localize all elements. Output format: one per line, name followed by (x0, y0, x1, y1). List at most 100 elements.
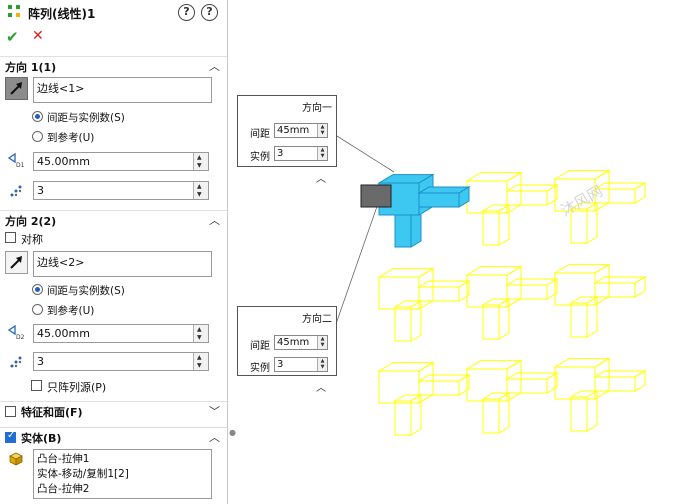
instance-hub (553, 263, 611, 306)
spacing-value: 45.00mm (37, 155, 90, 168)
radio-selected[interactable] (32, 284, 43, 295)
arrow-direction-icon (10, 82, 22, 95)
direction1-callout[interactable]: 方向一 间距 45mm ▲ ▼ 实例 3 ▲ ▼ (237, 95, 337, 167)
instance-hub (377, 361, 435, 404)
instances-icon (10, 185, 22, 197)
radio-label: 间距与实例数(S) (47, 285, 125, 297)
direction1-header[interactable]: 方向 1(1) ︿ (0, 56, 227, 74)
spacing-d2-icon: D2 (7, 324, 25, 341)
count-value: 3 (37, 355, 44, 368)
selected-edge-face[interactable] (360, 184, 392, 208)
features-faces-title: 特征和面(F) (21, 406, 83, 419)
title-bar: 阵列(线性)1 ? ? (0, 0, 227, 26)
callout-spacing-label: 间距 (250, 341, 270, 352)
radio-label: 间距与实例数(S) (47, 112, 125, 124)
help-icon-2[interactable]: ? (201, 4, 218, 21)
instances-icon (10, 356, 22, 368)
bodies-checkbox[interactable] (5, 430, 16, 443)
callout-spinner[interactable]: ▲ ▼ (317, 358, 327, 371)
page-title: 阵列(线性)1 (28, 7, 96, 21)
symmetric-checkbox[interactable] (5, 232, 16, 243)
direction1-count-input[interactable]: 3 ▲ ▼ (33, 181, 209, 200)
count-spinner[interactable]: ▲ ▼ (193, 182, 208, 199)
reverse-direction2-button[interactable] (5, 251, 28, 274)
instance-post (481, 298, 511, 340)
instance-hub (465, 171, 523, 214)
seed-only-checkbox[interactable] (31, 380, 42, 391)
list-item[interactable]: 凸台-拉伸1 (37, 452, 208, 467)
instance-arm (505, 184, 559, 206)
checkbox-label: 只阵列源(P) (47, 381, 107, 394)
bodies-title: 实体(B) (21, 432, 62, 445)
instance-hub (377, 267, 435, 310)
reverse-direction1-button[interactable] (5, 77, 28, 100)
count-spinner[interactable]: ▲ ▼ (193, 353, 208, 370)
direction2-edge-field[interactable]: 边线<2> (33, 251, 212, 277)
direction2-spacing-input[interactable]: 45.00mm ▲ ▼ (33, 324, 209, 343)
seed-feature[interactable] (360, 173, 471, 248)
instance-arm (505, 278, 559, 300)
count-value: 3 (37, 184, 44, 197)
features-faces-header[interactable]: 特征和面(F) ﹀ (0, 401, 227, 419)
direction2-title: 方向 2(2) (5, 215, 57, 228)
instance-hub (465, 265, 523, 308)
callout-spacing-label: 间距 (250, 129, 270, 140)
spacing-d1-icon: D1 (7, 152, 25, 169)
callout-spacing-value: 45mm (277, 125, 310, 136)
callout-count-input[interactable]: 3 ▲ ▼ (274, 357, 328, 372)
callout-spinner[interactable]: ▲ ▼ (317, 147, 327, 160)
instance-arm (593, 370, 647, 392)
pattern-preview[interactable] (229, 0, 700, 504)
radio-unselected[interactable] (32, 131, 43, 142)
ok-button[interactable]: ✔ (6, 28, 19, 46)
collapse-icon[interactable]: ︿ (209, 212, 220, 228)
bodies-list[interactable]: 凸台-拉伸1 实体-移动/复制1[2] 凸台-拉伸2 (33, 449, 212, 499)
leader-line (328, 130, 395, 173)
solid-body-icon (9, 452, 23, 466)
instance-post (481, 204, 511, 246)
instance-post (393, 394, 423, 436)
direction2-edge-value: 边线<2> (37, 256, 85, 269)
callout-count-input[interactable]: 3 ▲ ▼ (274, 146, 328, 161)
callout1-collapse-icon[interactable]: ︿ (316, 170, 326, 185)
property-manager: 阵列(线性)1 ? ? ✔ ✕ 方向 1(1) ︿ 边线<1> 间距与实例数(S… (0, 0, 228, 504)
callout-count-value: 3 (277, 148, 284, 159)
direction2-header[interactable]: 方向 2(2) ︿ (0, 210, 227, 228)
instance-post (393, 300, 423, 342)
callout-spacing-input[interactable]: 45mm ▲ ▼ (274, 335, 328, 350)
features-faces-checkbox[interactable] (5, 406, 16, 417)
direction1-title: 方向 1(1) (5, 61, 57, 74)
spacing-spinner[interactable]: ▲ ▼ (193, 325, 208, 342)
callout-title: 方向一 (302, 103, 332, 114)
instance-post (569, 296, 599, 338)
direction1-edge-field[interactable]: 边线<1> (33, 77, 212, 103)
direction2-callout[interactable]: 方向二 间距 45mm ▲ ▼ 实例 3 ▲ ▼ (237, 306, 337, 376)
radio-unselected[interactable] (32, 304, 43, 315)
checkbox-label: 对称 (21, 233, 43, 246)
callout-spacing-input[interactable]: 45mm ▲ ▼ (274, 123, 328, 138)
expand-icon[interactable]: ﹀ (209, 403, 220, 419)
instance-arm (417, 374, 471, 396)
cancel-button[interactable]: ✕ (32, 28, 44, 44)
graphics-viewport[interactable]: 方向一 间距 45mm ▲ ▼ 实例 3 ▲ ▼ ︿ 方向二 间距 45mm ▲ ▼ … (229, 0, 700, 504)
instance-arm (505, 372, 559, 394)
instance-post (481, 392, 511, 434)
callout-spinner[interactable]: ▲ ▼ (317, 336, 327, 349)
spacing-spinner[interactable]: ▲ ▼ (193, 153, 208, 170)
help-icon[interactable]: ? (178, 4, 195, 21)
callout-spinner[interactable]: ▲ ▼ (317, 124, 327, 137)
direction2-count-input[interactable]: 3 ▲ ▼ (33, 352, 209, 371)
bodies-header[interactable]: 实体(B) ︿ (0, 427, 227, 445)
callout-spacing-value: 45mm (277, 337, 310, 348)
collapse-icon[interactable]: ︿ (209, 429, 220, 445)
collapse-icon[interactable]: ︿ (209, 58, 220, 74)
list-item[interactable]: 实体-移动/复制1[2] (37, 467, 208, 482)
radio-label: 到参考(U) (47, 132, 95, 144)
instance-arm (417, 280, 471, 302)
spacing-value: 45.00mm (37, 327, 90, 340)
radio-selected[interactable] (32, 111, 43, 122)
callout-count-label: 实例 (250, 363, 270, 374)
direction1-spacing-input[interactable]: 45.00mm ▲ ▼ (33, 152, 209, 171)
list-item[interactable]: 凸台-拉伸2 (37, 482, 208, 497)
callout2-collapse-icon[interactable]: ︿ (316, 379, 326, 394)
